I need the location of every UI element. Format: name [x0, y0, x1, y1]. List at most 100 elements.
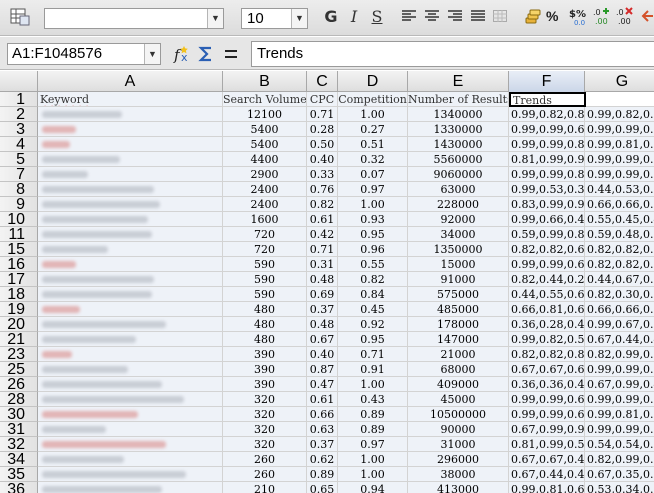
cell-cpc[interactable]: 0.31 — [307, 257, 338, 272]
justify-icon[interactable] — [471, 10, 485, 22]
cell-keyword[interactable] — [38, 152, 223, 167]
cell-competition[interactable]: 0.89 — [338, 422, 408, 437]
cell-cpc[interactable]: 0.42 — [307, 227, 338, 242]
cell-keyword[interactable] — [38, 227, 223, 242]
cell-number-of-results[interactable]: 10500000 — [408, 407, 509, 422]
cell-search-volume[interactable]: 210 — [223, 482, 307, 493]
row-header[interactable]: 23 — [0, 347, 38, 363]
cell-trends-overflow[interactable]: 0.44,0.67,0.67, — [585, 272, 654, 287]
align-right-icon[interactable] — [448, 10, 462, 22]
cell-cpc[interactable]: 0.71 — [307, 107, 338, 122]
cell-search-volume[interactable]: 4400 — [223, 152, 307, 167]
cell-number-of-results[interactable]: 409000 — [408, 377, 509, 392]
cell-trends-overflow[interactable]: 0.99,0.99,0.99, — [585, 392, 654, 407]
cell-keyword[interactable] — [38, 317, 223, 332]
cell-keyword[interactable] — [38, 392, 223, 407]
cell-trends[interactable]: 0.81,0.99,0.54,0 — [509, 437, 585, 452]
cell-trends[interactable]: 0.36,0.28,0.44,0 — [509, 317, 585, 332]
cell-search-volume[interactable]: 590 — [223, 272, 307, 287]
cell-competition[interactable]: 0.89 — [338, 407, 408, 422]
cell-trends-overflow[interactable]: 0.99,0.99,0.99, — [585, 167, 654, 182]
cell-cpc[interactable]: 0.50 — [307, 137, 338, 152]
cell-search-volume[interactable]: 480 — [223, 317, 307, 332]
cell-competition-header[interactable]: Competition — [338, 92, 408, 107]
cell-competition[interactable]: 0.93 — [338, 212, 408, 227]
cell-trends[interactable]: 0.99,0.99,0.66,0 — [509, 392, 585, 407]
cell-keyword[interactable] — [38, 287, 223, 302]
row-header[interactable]: 34 — [0, 452, 38, 468]
cell-trends[interactable]: 0.99,0.82,0.82,0 — [509, 107, 585, 122]
cell-trends[interactable]: 0.67,0.99,0.99,0 — [509, 422, 585, 437]
chevron-down-icon[interactable]: ▼ — [291, 9, 307, 28]
cell-trends-overflow[interactable]: 0.99,0.81,0.99, — [585, 407, 654, 422]
cell-search-volume[interactable]: 390 — [223, 377, 307, 392]
font-size-combobox[interactable]: 10 ▼ — [241, 8, 308, 29]
cell-competition[interactable]: 0.82 — [338, 272, 408, 287]
cell-number-of-results[interactable]: 575000 — [408, 287, 509, 302]
cell-competition[interactable]: 1.00 — [338, 452, 408, 467]
row-header[interactable]: 36 — [0, 482, 38, 493]
cell-competition[interactable]: 0.95 — [338, 227, 408, 242]
cell-keyword[interactable] — [38, 467, 223, 482]
cell-search-volume[interactable]: 320 — [223, 422, 307, 437]
cell-competition[interactable]: 0.71 — [338, 347, 408, 362]
cell-cpc[interactable]: 0.62 — [307, 452, 338, 467]
cell-trends[interactable]: 0.36,0.36,0.44,0 — [509, 377, 585, 392]
cell-number-of-results[interactable]: 63000 — [408, 182, 509, 197]
cell-number-of-results[interactable]: 91000 — [408, 272, 509, 287]
row-header[interactable]: 3 — [0, 122, 38, 138]
cell-keyword[interactable] — [38, 332, 223, 347]
row-header[interactable]: 26 — [0, 377, 38, 393]
cell-keyword[interactable] — [38, 107, 223, 122]
row-header[interactable]: 15 — [0, 242, 38, 258]
cell-keyword[interactable] — [38, 167, 223, 182]
cell-keyword[interactable] — [38, 347, 223, 362]
cell-competition[interactable]: 1.00 — [338, 377, 408, 392]
cell-trends-overflow[interactable]: 0.67,0.44,0.44, — [585, 332, 654, 347]
cell-keyword[interactable] — [38, 257, 223, 272]
cell-competition[interactable]: 1.00 — [338, 467, 408, 482]
cell-trends-overflow[interactable]: 0.82,0.30,0.55, — [585, 287, 654, 302]
cell-number-of-results[interactable]: 1340000 — [408, 107, 509, 122]
cell-cpc[interactable]: 0.66 — [307, 407, 338, 422]
currency-icon[interactable] — [524, 7, 542, 25]
cell-competition[interactable]: 0.45 — [338, 302, 408, 317]
cell-keyword[interactable] — [38, 197, 223, 212]
column-header-d[interactable]: D — [338, 71, 408, 92]
cell-number-of-results[interactable]: 178000 — [408, 317, 509, 332]
column-header-c[interactable]: C — [307, 71, 338, 92]
row-header[interactable]: 30 — [0, 407, 38, 423]
cell-competition[interactable]: 0.95 — [338, 332, 408, 347]
cell-trends[interactable]: 0.82,0.82,0.82,0 — [509, 347, 585, 362]
sum-icon[interactable] — [198, 45, 214, 63]
percent-icon[interactable]: % — [546, 8, 558, 24]
cell-search-volume[interactable]: 590 — [223, 257, 307, 272]
row-header[interactable]: 4 — [0, 137, 38, 153]
cell-number-of-results[interactable]: 45000 — [408, 392, 509, 407]
cell-keyword[interactable] — [38, 302, 223, 317]
cell-g-header[interactable] — [586, 92, 654, 107]
cell-search-volume[interactable]: 5400 — [223, 122, 307, 137]
cell-number-of-results[interactable]: 1350000 — [408, 242, 509, 257]
number-format-icon[interactable]: $% 0.0 — [569, 6, 589, 26]
font-name-combobox[interactable]: ▼ — [44, 8, 224, 29]
row-header[interactable]: 28 — [0, 392, 38, 408]
cell-search-volume[interactable]: 5400 — [223, 137, 307, 152]
row-header[interactable]: 9 — [0, 197, 38, 213]
row-header[interactable]: 8 — [0, 182, 38, 198]
row-header[interactable]: 19 — [0, 302, 38, 318]
cell-number-of-results[interactable]: 31000 — [408, 437, 509, 452]
cell-competition[interactable]: 0.07 — [338, 167, 408, 182]
cell-trends[interactable]: 0.59,0.99,0.88,0 — [509, 227, 585, 242]
row-header[interactable]: 16 — [0, 257, 38, 273]
cell-competition[interactable]: 0.55 — [338, 257, 408, 272]
chevron-down-icon[interactable]: ▼ — [207, 9, 223, 28]
cell-trends[interactable]: 0.99,0.99,0.83,0 — [509, 167, 585, 182]
cell-number-of-results[interactable]: 296000 — [408, 452, 509, 467]
equals-icon[interactable] — [224, 45, 238, 63]
cell-trends-overflow[interactable]: 0.99,0.99,0.99, — [585, 122, 654, 137]
cell-competition[interactable]: 0.96 — [338, 242, 408, 257]
cell-trends[interactable]: 0.81,0.99,0.99,0 — [509, 152, 585, 167]
cell-trends-overflow[interactable]: 0.67,0.99,0.44, — [585, 377, 654, 392]
cell-search-volume[interactable]: 2400 — [223, 197, 307, 212]
